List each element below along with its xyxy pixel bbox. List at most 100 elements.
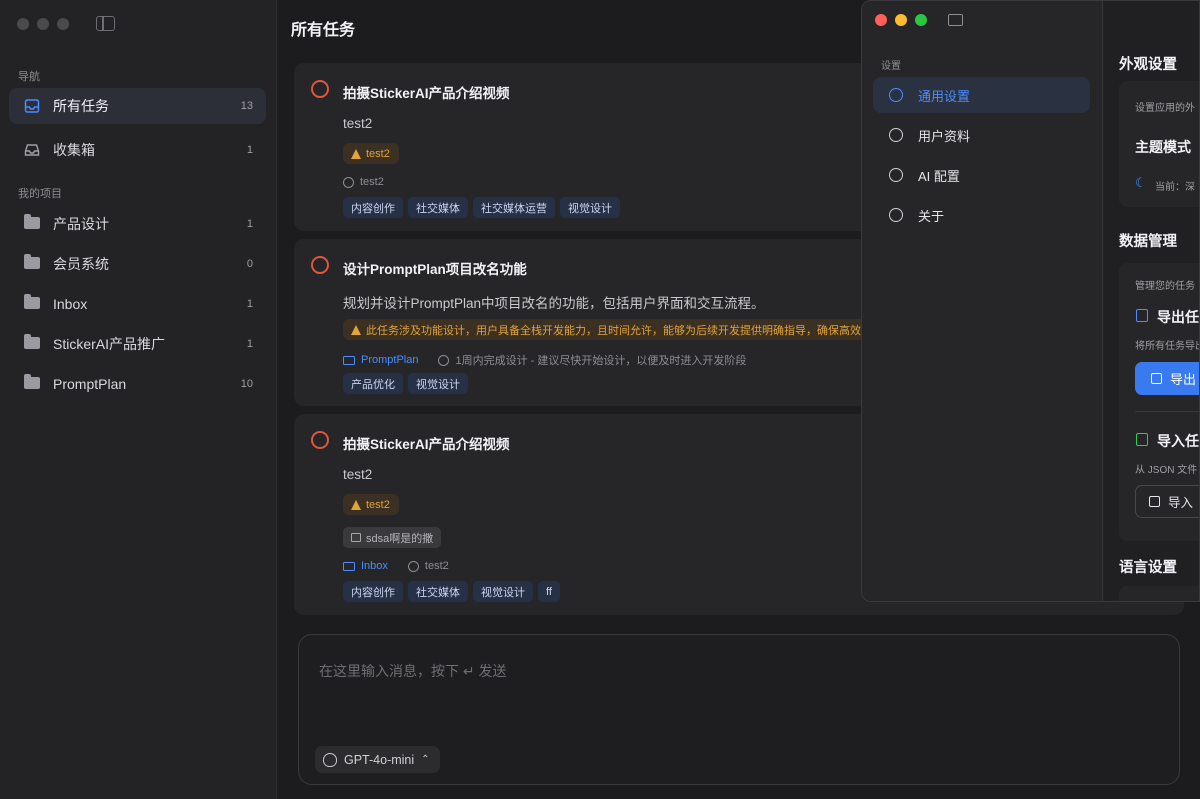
warning-icon xyxy=(351,324,361,335)
task-tags: 内容创作 社交媒体 社交媒体运营 视觉设计 xyxy=(343,197,620,218)
tag[interactable]: 视觉设计 xyxy=(408,373,468,394)
export-label-text: 导出任 xyxy=(1157,309,1199,325)
window-controls xyxy=(875,14,927,26)
settings-item-profile[interactable]: 用户资料 xyxy=(873,117,1090,153)
task-title: 拍摄StickerAI产品介绍视频 xyxy=(343,437,510,452)
export-button[interactable]: 导出 xyxy=(1135,362,1199,395)
tag[interactable]: 视觉设计 xyxy=(473,581,533,602)
warning-text: test2 xyxy=(366,498,390,511)
model-name: GPT-4o-mini xyxy=(344,752,415,767)
folder-icon xyxy=(24,334,40,349)
model-selector-button[interactable]: GPT-4o-mini ⌃ xyxy=(315,746,440,773)
zoom-window-button[interactable] xyxy=(915,14,927,26)
download-icon xyxy=(1136,433,1148,446)
tag[interactable]: 视觉设计 xyxy=(560,197,620,218)
nav-section-label: 导航 xyxy=(18,71,40,83)
task-description: 规划并设计PromptPlan中项目改名的功能，包括用户界面和交互流程。 xyxy=(343,296,765,311)
minimize-window-button[interactable] xyxy=(37,18,49,30)
data-panel: 管理您的任务 导出任 将所有任务导出 导出 导入任 从 JSON 文件 导入 xyxy=(1119,263,1200,541)
minimize-window-button[interactable] xyxy=(895,14,907,26)
theme-current[interactable]: ☾ 当前：深 xyxy=(1135,175,1195,193)
close-window-button[interactable] xyxy=(17,18,29,30)
sidebar-item-label: PromptPlan xyxy=(53,376,127,392)
moon-icon: ☾ xyxy=(1135,175,1147,190)
sidebar-item-label: 产品设计 xyxy=(53,216,109,232)
divider xyxy=(1135,411,1199,412)
window-controls xyxy=(17,18,69,30)
appearance-panel: 设置应用的外 主题模式 ☾ 当前：深 xyxy=(1119,81,1199,207)
task-description: test2 xyxy=(343,116,373,131)
tag[interactable]: 社交媒体运营 xyxy=(473,197,555,218)
data-description: 管理您的任务 xyxy=(1135,281,1195,292)
sidebar-item-inbox-collect[interactable]: 收集箱 1 xyxy=(9,132,266,168)
task-warning-badge: 此任务涉及功能设计，用户具备全栈开发能力，且时间允许，能够为后续开发提供明确指导… xyxy=(343,319,903,340)
settings-window: 设置 通用设置 用户资料 AI 配置 关于 外观设置 设置应用的外 主题模式 ☾… xyxy=(861,0,1200,602)
message-input-placeholder[interactable]: 在这里输入消息，按下 ↵ 发送 xyxy=(319,661,507,681)
info-icon xyxy=(889,208,903,222)
close-window-button[interactable] xyxy=(875,14,887,26)
task-warning-badge: test2 xyxy=(343,494,399,515)
tag[interactable]: 内容创作 xyxy=(343,581,403,602)
import-label: 导入任 xyxy=(1135,431,1199,451)
user-icon xyxy=(889,128,903,142)
task-tags: 内容创作 社交媒体 视觉设计 ff xyxy=(343,581,560,602)
message-composer[interactable]: 在这里输入消息，按下 ↵ 发送 GPT-4o-mini ⌃ xyxy=(298,634,1180,785)
sidebar-item-count: 1 xyxy=(246,218,253,230)
settings-caption: 设置 xyxy=(881,61,901,72)
download-icon xyxy=(1149,496,1160,507)
sidebar-item-count: 1 xyxy=(246,338,253,350)
export-label: 导出任 xyxy=(1135,307,1199,327)
tag[interactable]: 社交媒体 xyxy=(408,197,468,218)
task-meta: PromptPlan 1周内完成设计 - 建议尽快开始设计，以便及时进入开发阶段 xyxy=(343,352,746,368)
clock-icon xyxy=(343,176,354,188)
sidebar-item-all-tasks[interactable]: 所有任务 13 xyxy=(9,88,266,124)
task-project-link[interactable]: Inbox xyxy=(361,560,388,572)
sidebar-project-item[interactable]: Inbox 1 xyxy=(9,286,266,322)
settings-item-about[interactable]: 关于 xyxy=(873,197,1090,233)
clock-icon xyxy=(407,560,419,572)
task-complete-checkbox[interactable] xyxy=(311,80,329,98)
settings-item-label: 关于 xyxy=(918,208,945,224)
sidebar-item-count: 1 xyxy=(246,298,253,310)
brain-icon xyxy=(323,752,337,767)
inbox-icon xyxy=(24,144,40,156)
folder-icon xyxy=(24,294,40,309)
appearance-description: 设置应用的外 xyxy=(1135,103,1195,114)
settings-item-general[interactable]: 通用设置 xyxy=(873,77,1090,113)
task-complete-checkbox[interactable] xyxy=(311,431,329,449)
task-description: test2 xyxy=(343,467,373,482)
sidebar-project-item[interactable]: 会员系统 0 xyxy=(9,246,266,282)
import-button[interactable]: 导入 xyxy=(1135,485,1199,518)
task-complete-checkbox[interactable] xyxy=(311,256,329,274)
warning-icon xyxy=(351,148,361,159)
settings-item-label: 通用设置 xyxy=(918,88,971,104)
sidebar-project-item[interactable]: 产品设计 1 xyxy=(9,206,266,242)
settings-item-ai[interactable]: AI 配置 xyxy=(873,157,1090,193)
tag[interactable]: 内容创作 xyxy=(343,197,403,218)
task-note: sdsa啊是的撒 xyxy=(343,527,442,548)
sidebar-item-count: 13 xyxy=(240,100,253,112)
task-meta: Inbox test2 xyxy=(343,560,449,572)
folder-icon xyxy=(343,561,355,571)
tag[interactable]: 产品优化 xyxy=(343,373,403,394)
sidebar-toggle-icon[interactable] xyxy=(96,16,115,31)
sidebar-item-count: 0 xyxy=(246,258,253,270)
sidebar-toggle-icon[interactable] xyxy=(948,14,963,26)
export-description: 将所有任务导出 xyxy=(1135,341,1200,352)
sidebar-project-item[interactable]: PromptPlan 10 xyxy=(9,366,266,402)
sidebar-project-item[interactable]: StickerAI产品推广 1 xyxy=(9,326,266,362)
page-title: 所有任务 xyxy=(291,22,356,39)
zoom-window-button[interactable] xyxy=(57,18,69,30)
folder-icon xyxy=(24,254,40,269)
theme-mode-label: 主题模式 xyxy=(1135,139,1191,155)
gear-icon xyxy=(889,88,903,102)
task-project-link[interactable]: PromptPlan xyxy=(361,354,418,366)
sidebar-item-count: 1 xyxy=(246,144,253,156)
folder-icon xyxy=(24,374,40,389)
task-time: test2 xyxy=(360,176,384,188)
app-window: 导航 所有任务 13 收集箱 1 我的项目 产品设计 1 会员系统 0 Inbo… xyxy=(0,0,1200,799)
settings-sidebar: 设置 通用设置 用户资料 AI 配置 关于 xyxy=(862,1,1103,601)
tag[interactable]: ff xyxy=(538,581,560,602)
warning-icon xyxy=(351,499,361,510)
tag[interactable]: 社交媒体 xyxy=(408,581,468,602)
